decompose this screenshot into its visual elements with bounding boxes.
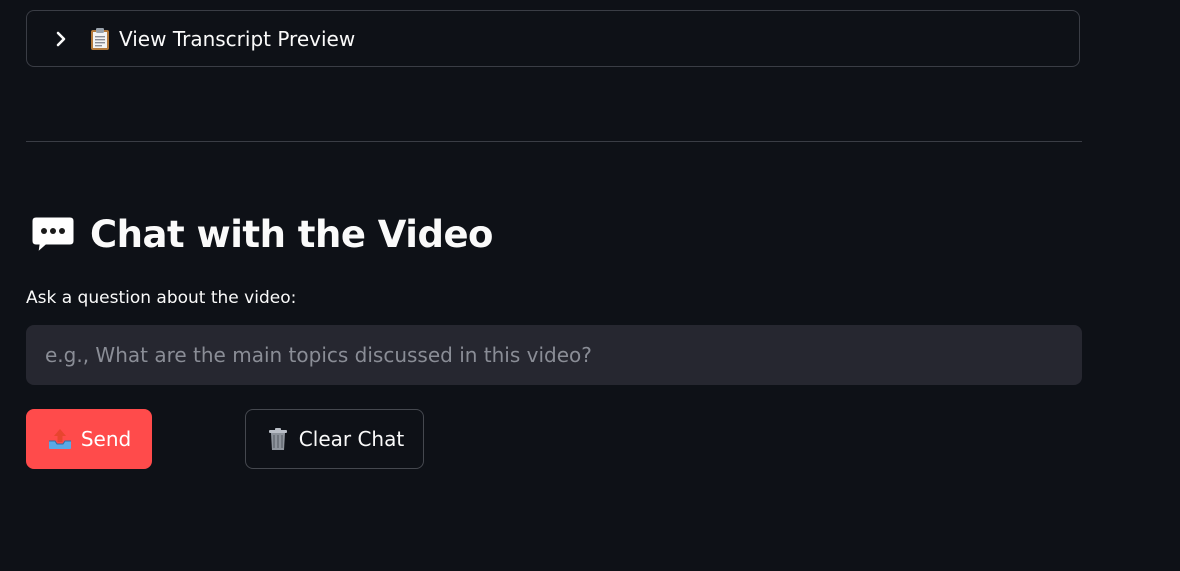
clipboard-icon — [89, 27, 111, 51]
question-label: Ask a question about the video: — [26, 288, 297, 308]
clear-chat-button[interactable]: Clear Chat — [245, 409, 424, 469]
outbox-tray-icon — [47, 426, 73, 452]
app-page: View Transcript Preview Chat with the Vi… — [0, 0, 1180, 571]
question-input[interactable] — [26, 325, 1082, 385]
transcript-preview-expander[interactable]: View Transcript Preview — [26, 10, 1080, 67]
wastebasket-icon — [265, 426, 291, 452]
page-title: Chat with the Video — [90, 212, 493, 256]
chevron-right-icon — [49, 27, 73, 51]
send-label: Send — [80, 427, 132, 451]
divider — [26, 141, 1082, 142]
clear-chat-label: Clear Chat — [298, 427, 405, 451]
section-heading: Chat with the Video — [30, 207, 493, 261]
expander-label: View Transcript Preview — [119, 26, 356, 51]
speech-bubble-icon — [30, 214, 76, 254]
send-button[interactable]: Send — [26, 409, 152, 469]
